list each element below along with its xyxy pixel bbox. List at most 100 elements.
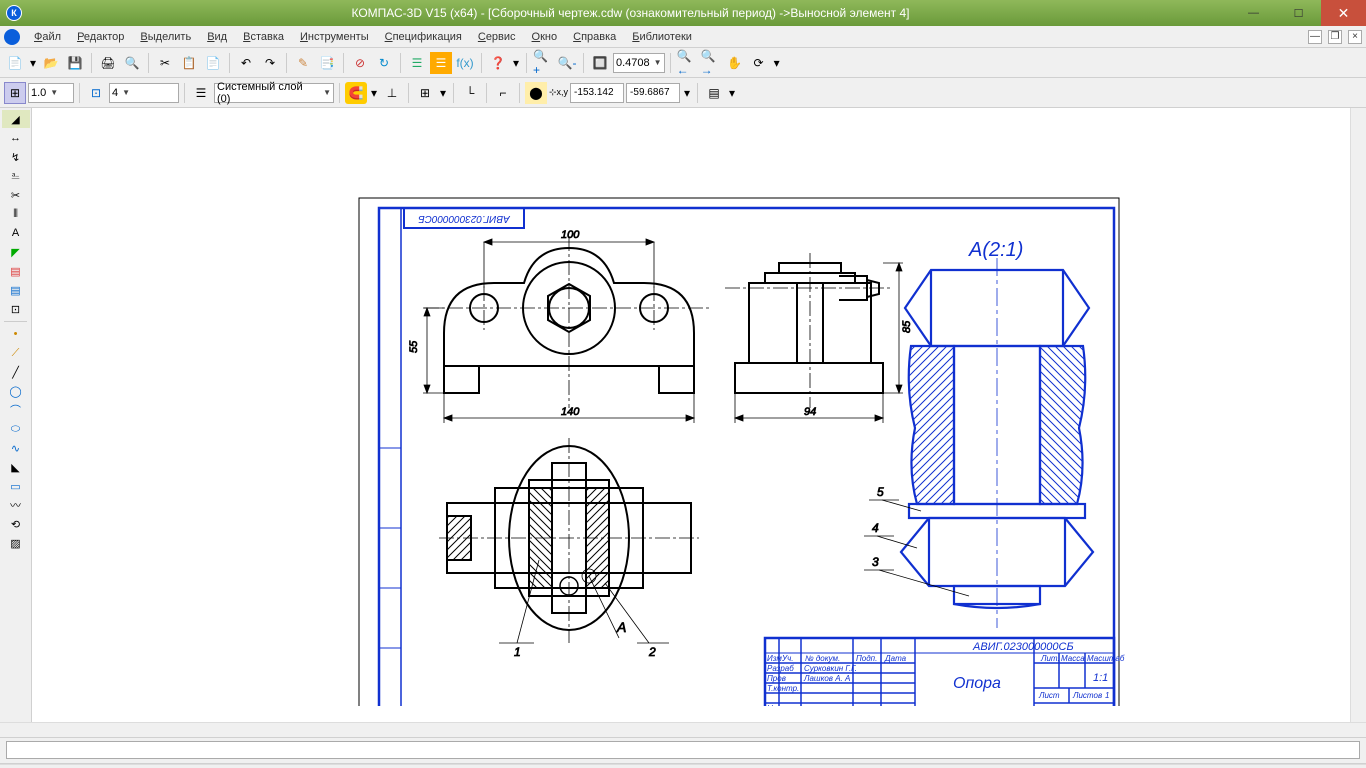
grid-dropdown[interactable]: ▾: [438, 82, 448, 104]
horizontal-scrollbar[interactable]: [0, 722, 1366, 738]
maximize-button[interactable]: ☐: [1276, 0, 1321, 26]
tool-offset[interactable]: ⟲: [2, 515, 30, 533]
coord-x-input[interactable]: -153.142: [570, 83, 624, 103]
new-button[interactable]: 📄: [4, 52, 26, 74]
mdi-restore-button[interactable]: ❐: [1328, 30, 1342, 44]
mdi-minimize-button[interactable]: —: [1308, 30, 1322, 44]
tool-chamfer[interactable]: ◣: [2, 458, 30, 476]
coord-overflow[interactable]: ▾: [682, 82, 692, 104]
style-button[interactable]: ✎: [292, 52, 314, 74]
xy-label: ⊹x,y: [549, 87, 568, 98]
cut-button[interactable]: ✂: [154, 52, 176, 74]
properties-button[interactable]: ☰: [406, 52, 428, 74]
menu-service[interactable]: Сервис: [470, 29, 524, 45]
tool-hatch[interactable]: ▨: [2, 534, 30, 552]
menu-select[interactable]: Выделить: [132, 29, 199, 45]
spec-button[interactable]: ☰: [430, 52, 452, 74]
scale-combo[interactable]: 1.0▼: [28, 83, 74, 103]
tool-reports[interactable]: ▤: [2, 281, 30, 299]
round-button[interactable]: ⬤: [525, 82, 547, 104]
new-dropdown[interactable]: ▾: [28, 52, 38, 74]
svg-text:Изм: Изм: [767, 654, 782, 663]
menu-view[interactable]: Вид: [199, 29, 235, 45]
svg-text:Т.контр.: Т.контр.: [767, 684, 799, 693]
layer-mgr-button[interactable]: ☰: [190, 82, 212, 104]
help-context-button[interactable]: ❓: [487, 52, 509, 74]
tool-params[interactable]: ⫴: [2, 205, 30, 223]
ortho-button[interactable]: ⊥: [381, 82, 403, 104]
toolbar-overflow-2[interactable]: ▾: [772, 52, 782, 74]
layers-button[interactable]: 📑: [316, 52, 338, 74]
print-button[interactable]: 🖨: [97, 52, 119, 74]
coord-y-input[interactable]: -59.6867: [626, 83, 680, 103]
layer-combo[interactable]: Системный слой (0)▼: [214, 83, 334, 103]
tool-measure[interactable]: A: [2, 224, 30, 242]
copy-button[interactable]: 📋: [178, 52, 200, 74]
mdi-close-button[interactable]: ×: [1348, 30, 1362, 44]
tool-line[interactable]: ╱: [2, 363, 30, 381]
title-bar: К КОМПАС-3D V15 (x64) - [Сборочный черте…: [0, 0, 1366, 26]
toolbox: ◢ ↔ ↯ ⎁ ✂ ⫴ A ◤ ▤ ▤ ⊡ • ⟋ ╱ ◯ ⌒ ⬭ ∿ ◣ ▭ …: [0, 108, 32, 722]
grid-button[interactable]: ⊞: [414, 82, 436, 104]
toolbar-overflow-1[interactable]: ▾: [511, 52, 521, 74]
tool-geometry[interactable]: ◢: [2, 110, 30, 128]
tool-rect[interactable]: ▭: [2, 477, 30, 495]
zoom-in-button[interactable]: 🔍+: [532, 52, 554, 74]
zoom-out-button[interactable]: 🔍-: [556, 52, 578, 74]
window-title: КОМПАС-3D V15 (x64) - [Сборочный чертеж.…: [30, 6, 1231, 20]
minimize-button[interactable]: —: [1231, 0, 1276, 26]
repeat-button[interactable]: ↻: [373, 52, 395, 74]
tool-ellipse[interactable]: ⬭: [2, 420, 30, 438]
tool-circle[interactable]: ◯: [2, 382, 30, 400]
preview-button[interactable]: 🔍: [121, 52, 143, 74]
panel-overflow[interactable]: ▾: [727, 82, 737, 104]
tool-aux-line[interactable]: ⟋: [2, 344, 30, 362]
command-input[interactable]: [6, 741, 1360, 759]
tool-arc[interactable]: ⌒: [2, 401, 30, 419]
vars-button[interactable]: f(x): [454, 52, 476, 74]
tool-spline[interactable]: ∿: [2, 439, 30, 457]
snap-step-button[interactable]: ⊞: [4, 82, 26, 104]
vertical-scrollbar[interactable]: [1350, 108, 1366, 722]
paste-button[interactable]: 📄: [202, 52, 224, 74]
tool-collect[interactable]: 〰: [2, 496, 30, 514]
redo-button[interactable]: ↷: [259, 52, 281, 74]
zoom-next-button[interactable]: 🔍→: [700, 52, 722, 74]
tool-spec[interactable]: ▤: [2, 262, 30, 280]
snap-dropdown[interactable]: ▾: [369, 82, 379, 104]
menu-editor[interactable]: Редактор: [69, 29, 132, 45]
zoom-fit-button[interactable]: 🔲: [589, 52, 611, 74]
undo-button[interactable]: ↶: [235, 52, 257, 74]
save-button[interactable]: 💾: [64, 52, 86, 74]
tool-point[interactable]: •: [2, 325, 30, 343]
rotate-button[interactable]: ⟳: [748, 52, 770, 74]
menu-window[interactable]: Окно: [524, 29, 566, 45]
panel-button[interactable]: ▤: [703, 82, 725, 104]
menu-tools[interactable]: Инструменты: [292, 29, 377, 45]
zoom-combo[interactable]: 0.4708▼: [613, 53, 665, 73]
svg-text:94: 94: [804, 406, 816, 418]
menu-spec[interactable]: Спецификация: [377, 29, 470, 45]
view-mgr-button[interactable]: ⊡: [85, 82, 107, 104]
tool-symbols[interactable]: ↯: [2, 148, 30, 166]
menu-help[interactable]: Справка: [565, 29, 624, 45]
tool-edit[interactable]: ✂: [2, 186, 30, 204]
tool-select[interactable]: ◤: [2, 243, 30, 261]
tool-dimensions[interactable]: ↔: [2, 129, 30, 147]
svg-text:№ докум.: № докум.: [805, 654, 840, 663]
ortho2-button[interactable]: ⌐: [492, 82, 514, 104]
menu-libs[interactable]: Библиотеки: [624, 29, 700, 45]
zoom-prev-button[interactable]: 🔍←: [676, 52, 698, 74]
snap-button[interactable]: 🧲: [345, 82, 367, 104]
menu-file[interactable]: Файл: [26, 29, 69, 45]
drawing-canvas[interactable]: АВИГ.023000000СБ: [32, 108, 1366, 722]
close-button[interactable]: ✕: [1321, 0, 1366, 26]
open-button[interactable]: 📂: [40, 52, 62, 74]
tool-insert[interactable]: ⊡: [2, 300, 30, 318]
tool-text[interactable]: ⎁: [2, 167, 30, 185]
lcs-button[interactable]: └: [459, 82, 481, 104]
pan-button[interactable]: ✋: [724, 52, 746, 74]
stop-button[interactable]: ⊘: [349, 52, 371, 74]
menu-insert[interactable]: Вставка: [235, 29, 292, 45]
view-combo[interactable]: 4▼: [109, 83, 179, 103]
